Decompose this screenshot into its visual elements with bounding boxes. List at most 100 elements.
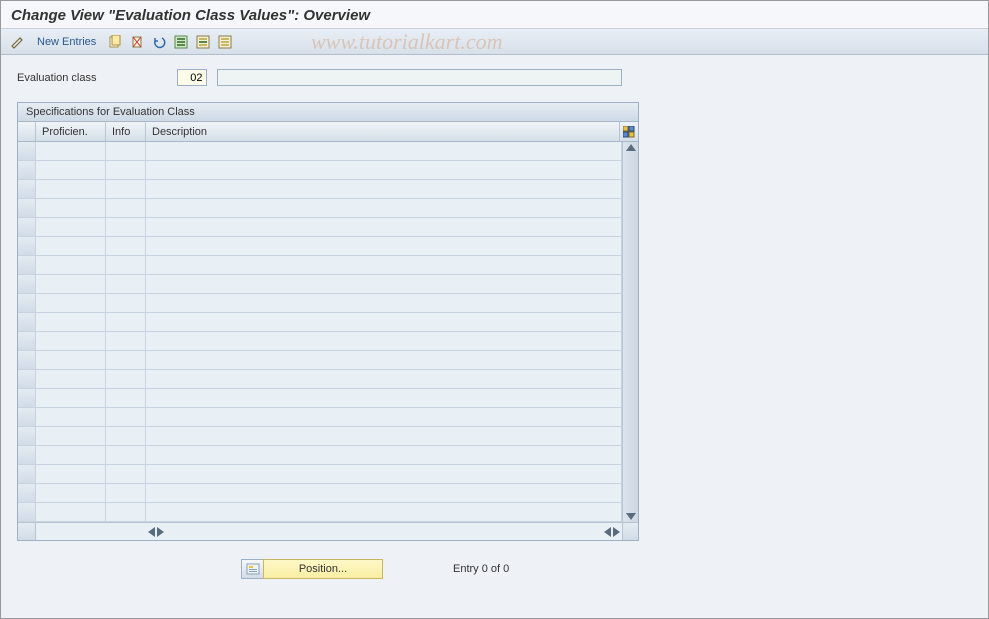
row-selector[interactable] (18, 351, 36, 369)
table-configuration-icon[interactable] (620, 122, 638, 141)
table-row[interactable] (18, 332, 622, 351)
table-row[interactable] (18, 370, 622, 389)
table-row[interactable] (18, 484, 622, 503)
row-selector[interactable] (18, 389, 36, 407)
row-selector[interactable] (18, 180, 36, 198)
cell-description[interactable] (146, 427, 622, 445)
position-button[interactable]: Position... (263, 559, 383, 579)
row-selector[interactable] (18, 370, 36, 388)
cell-info[interactable] (106, 408, 146, 426)
cell-description[interactable] (146, 484, 622, 502)
cell-info[interactable] (106, 142, 146, 160)
cell-description[interactable] (146, 370, 622, 388)
table-row[interactable] (18, 313, 622, 332)
table-row[interactable] (18, 465, 622, 484)
cell-proficiency[interactable] (36, 389, 106, 407)
undo-change-icon[interactable] (150, 33, 168, 51)
cell-info[interactable] (106, 465, 146, 483)
row-selector[interactable] (18, 256, 36, 274)
table-row[interactable] (18, 408, 622, 427)
cell-proficiency[interactable] (36, 427, 106, 445)
toggle-display-change-icon[interactable] (9, 33, 27, 51)
scroll-left-icon[interactable] (148, 527, 155, 537)
table-row[interactable] (18, 427, 622, 446)
table-row[interactable] (18, 351, 622, 370)
cell-proficiency[interactable] (36, 408, 106, 426)
cell-description[interactable] (146, 161, 622, 179)
cell-info[interactable] (106, 313, 146, 331)
table-row[interactable] (18, 199, 622, 218)
cell-proficiency[interactable] (36, 256, 106, 274)
vertical-scrollbar[interactable] (622, 142, 638, 522)
table-row[interactable] (18, 503, 622, 522)
cell-info[interactable] (106, 503, 146, 521)
scroll-up-icon[interactable] (626, 144, 636, 151)
cell-proficiency[interactable] (36, 180, 106, 198)
scroll-right-end-icon[interactable] (613, 527, 620, 537)
cell-proficiency[interactable] (36, 446, 106, 464)
new-entries-button[interactable]: New Entries (31, 36, 102, 48)
delete-icon[interactable] (128, 33, 146, 51)
cell-proficiency[interactable] (36, 294, 106, 312)
cell-description[interactable] (146, 313, 622, 331)
scroll-right-icon[interactable] (157, 527, 164, 537)
cell-info[interactable] (106, 237, 146, 255)
table-row[interactable] (18, 294, 622, 313)
evaluation-class-input[interactable] (177, 69, 207, 86)
row-selector[interactable] (18, 142, 36, 160)
row-selector[interactable] (18, 465, 36, 483)
column-header-proficiency[interactable]: Proficien. (36, 122, 106, 141)
cell-proficiency[interactable] (36, 199, 106, 217)
scroll-left-end-icon[interactable] (604, 527, 611, 537)
cell-description[interactable] (146, 180, 622, 198)
cell-description[interactable] (146, 465, 622, 483)
table-row[interactable] (18, 237, 622, 256)
cell-info[interactable] (106, 446, 146, 464)
row-selector-header[interactable] (18, 122, 36, 141)
row-selector[interactable] (18, 161, 36, 179)
cell-description[interactable] (146, 199, 622, 217)
row-selector[interactable] (18, 237, 36, 255)
table-row[interactable] (18, 218, 622, 237)
select-all-icon[interactable] (172, 33, 190, 51)
cell-proficiency[interactable] (36, 484, 106, 502)
cell-proficiency[interactable] (36, 351, 106, 369)
cell-proficiency[interactable] (36, 161, 106, 179)
row-selector[interactable] (18, 332, 36, 350)
cell-info[interactable] (106, 427, 146, 445)
row-selector[interactable] (18, 218, 36, 236)
row-selector[interactable] (18, 503, 36, 521)
row-selector[interactable] (18, 275, 36, 293)
cell-description[interactable] (146, 237, 622, 255)
row-selector[interactable] (18, 427, 36, 445)
cell-description[interactable] (146, 256, 622, 274)
cell-info[interactable] (106, 199, 146, 217)
cell-proficiency[interactable] (36, 313, 106, 331)
row-selector[interactable] (18, 199, 36, 217)
cell-proficiency[interactable] (36, 503, 106, 521)
cell-description[interactable] (146, 332, 622, 350)
row-selector[interactable] (18, 313, 36, 331)
table-row[interactable] (18, 142, 622, 161)
cell-description[interactable] (146, 218, 622, 236)
cell-description[interactable] (146, 408, 622, 426)
cell-info[interactable] (106, 161, 146, 179)
table-row[interactable] (18, 180, 622, 199)
cell-proficiency[interactable] (36, 142, 106, 160)
table-row[interactable] (18, 256, 622, 275)
position-icon[interactable] (241, 559, 263, 579)
cell-description[interactable] (146, 503, 622, 521)
cell-info[interactable] (106, 294, 146, 312)
scroll-down-icon[interactable] (626, 513, 636, 520)
cell-description[interactable] (146, 294, 622, 312)
cell-proficiency[interactable] (36, 218, 106, 236)
cell-info[interactable] (106, 256, 146, 274)
cell-description[interactable] (146, 351, 622, 369)
cell-proficiency[interactable] (36, 275, 106, 293)
table-row[interactable] (18, 389, 622, 408)
evaluation-class-description-input[interactable] (217, 69, 622, 86)
table-row[interactable] (18, 446, 622, 465)
column-header-info[interactable]: Info (106, 122, 146, 141)
cell-info[interactable] (106, 332, 146, 350)
row-selector[interactable] (18, 294, 36, 312)
